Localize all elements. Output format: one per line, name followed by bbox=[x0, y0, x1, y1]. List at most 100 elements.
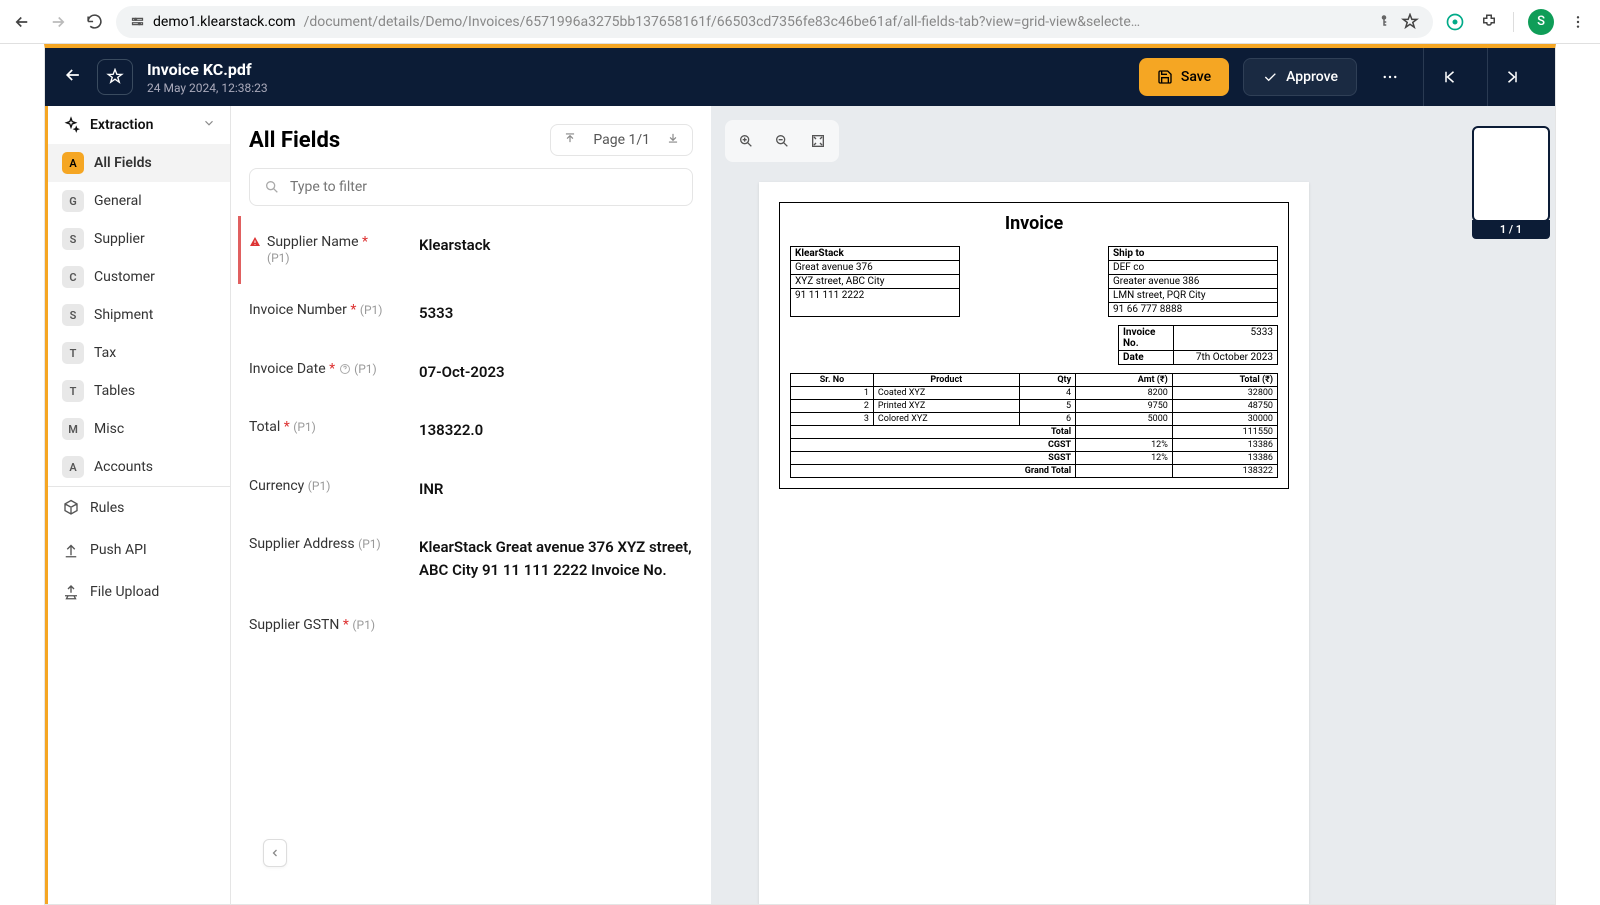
zoom-in-button[interactable] bbox=[731, 126, 761, 156]
browser-chrome: demo1.klearstack.com/document/details/De… bbox=[0, 0, 1600, 44]
fit-screen-button[interactable] bbox=[803, 126, 833, 156]
field-label: Total * (P1) bbox=[249, 419, 419, 442]
document-preview-panel: Invoice KlearStackGreat avenue 376XYZ st… bbox=[711, 106, 1555, 904]
bookmark-star-icon[interactable] bbox=[1401, 13, 1419, 31]
field-row[interactable]: Currency (P1)INR bbox=[249, 460, 693, 519]
page-thumbnail[interactable] bbox=[1472, 126, 1550, 222]
seller-address-box: KlearStackGreat avenue 376XYZ street, AB… bbox=[790, 246, 960, 317]
sidebar-item-label: General bbox=[94, 193, 142, 209]
browser-back-button[interactable] bbox=[12, 12, 32, 32]
browser-menu-icon[interactable] bbox=[1568, 12, 1588, 32]
page-down-button[interactable] bbox=[666, 131, 680, 149]
upload-cloud-icon bbox=[62, 583, 80, 601]
extension-circle-icon[interactable] bbox=[1445, 12, 1465, 32]
invoice-title: Invoice bbox=[790, 213, 1278, 234]
user-avatar[interactable]: S bbox=[1528, 9, 1554, 35]
field-label: Invoice Number * (P1) bbox=[249, 302, 419, 325]
sidebar-item-supplier[interactable]: S Supplier bbox=[48, 220, 230, 258]
sidebar-item-label: Tax bbox=[94, 345, 116, 361]
sidebar-item-label: Accounts bbox=[94, 459, 153, 475]
sidebar-badge: G bbox=[62, 190, 84, 212]
field-label: Supplier GSTN * (P1) bbox=[249, 617, 419, 633]
prev-doc-button[interactable] bbox=[1423, 48, 1473, 106]
save-icon bbox=[1157, 69, 1173, 85]
sidebar-item-general[interactable]: G General bbox=[48, 182, 230, 220]
alert-icon bbox=[249, 236, 261, 248]
invoice-items-table: Sr. NoProductQtyAmt (₹)Total (₹)1Coated … bbox=[790, 373, 1278, 478]
field-label: Invoice Date * (P1) bbox=[249, 361, 419, 384]
field-row[interactable]: Invoice Number * (P1)5333 bbox=[249, 284, 693, 343]
page-up-button[interactable] bbox=[563, 131, 577, 149]
save-button[interactable]: Save bbox=[1139, 58, 1229, 96]
field-row[interactable]: Supplier Address (P1)KlearStack Great av… bbox=[249, 518, 693, 599]
collapse-panel-button[interactable] bbox=[263, 839, 287, 867]
sidebar-badge: T bbox=[62, 342, 84, 364]
check-icon bbox=[1262, 69, 1278, 85]
sidebar-item-label: All Fields bbox=[94, 155, 152, 171]
sidebar-item-shipment[interactable]: SShipment bbox=[48, 296, 230, 334]
sidebar-item-all-fields[interactable]: AAll Fields bbox=[48, 144, 230, 182]
sidebar-item-tax[interactable]: T Tax bbox=[48, 334, 230, 372]
field-label: Supplier Address (P1) bbox=[249, 536, 419, 581]
sidebar-item-label: Tables bbox=[94, 383, 135, 399]
sidebar-section-extraction[interactable]: Extraction bbox=[48, 106, 230, 144]
document-canvas[interactable]: Invoice KlearStackGreat avenue 376XYZ st… bbox=[759, 182, 1309, 904]
filter-input[interactable] bbox=[290, 179, 678, 195]
sidebar-rules[interactable]: Rules bbox=[48, 487, 230, 529]
sidebar-item-accounts[interactable]: A Accounts bbox=[48, 448, 230, 486]
url-path: /document/details/Demo/Invoices/6571996a… bbox=[304, 14, 1141, 30]
fields-panel: All Fields Page 1/1 Supplier Name *(P1)K… bbox=[231, 106, 711, 904]
app-back-button[interactable] bbox=[63, 65, 83, 89]
browser-forward-button[interactable] bbox=[48, 12, 68, 32]
next-doc-button[interactable] bbox=[1487, 48, 1537, 106]
search-icon bbox=[264, 179, 280, 195]
sidebar-badge: T bbox=[62, 380, 84, 402]
thumbnail-label: 1 / 1 bbox=[1472, 220, 1550, 239]
more-options-button[interactable] bbox=[1371, 58, 1409, 96]
sidebar-item-tables[interactable]: T Tables bbox=[48, 372, 230, 410]
sidebar-badge: S bbox=[62, 304, 84, 326]
shipto-address-box: Ship toDEF coGreater avenue 386LMN stree… bbox=[1108, 246, 1278, 317]
field-row[interactable]: Supplier Name *(P1)Klearstack bbox=[238, 216, 693, 284]
field-value: Klearstack bbox=[419, 234, 693, 266]
url-domain: demo1.klearstack.com bbox=[153, 14, 296, 30]
sidebar-pushapi[interactable]: Push API bbox=[48, 529, 230, 571]
field-label: Currency (P1) bbox=[249, 478, 419, 501]
favorite-button[interactable] bbox=[97, 59, 133, 95]
field-value: KlearStack Great avenue 376 XYZ street, … bbox=[419, 536, 693, 581]
sidebar-fileupload[interactable]: File Upload bbox=[48, 571, 230, 613]
field-value bbox=[419, 617, 693, 633]
sidebar-badge: S bbox=[62, 228, 84, 250]
cube-icon bbox=[62, 499, 80, 517]
upload-arrow-icon bbox=[62, 541, 80, 559]
invoice-meta-box: Invoice No.5333Date7th October 2023 bbox=[1118, 325, 1278, 365]
zoom-out-button[interactable] bbox=[767, 126, 797, 156]
sidebar-badge: C bbox=[62, 266, 84, 288]
sidebar-badge: A bbox=[62, 456, 84, 478]
sidebar-item-customer[interactable]: CCustomer bbox=[48, 258, 230, 296]
url-bar[interactable]: demo1.klearstack.com/document/details/De… bbox=[116, 6, 1433, 38]
field-value: INR bbox=[419, 478, 693, 501]
sparkle-icon bbox=[62, 116, 80, 134]
field-value: 5333 bbox=[419, 302, 693, 325]
field-label: Supplier Name *(P1) bbox=[249, 234, 419, 266]
browser-refresh-button[interactable] bbox=[84, 12, 104, 32]
extensions-icon[interactable] bbox=[1479, 12, 1499, 32]
approve-button[interactable]: Approve bbox=[1243, 58, 1357, 96]
field-row[interactable]: Invoice Date * (P1)07-Oct-2023 bbox=[249, 343, 693, 402]
main-layout: Extraction AAll FieldsGGeneralSSupplierC… bbox=[45, 106, 1555, 904]
key-icon[interactable] bbox=[1375, 13, 1393, 31]
field-value: 138322.0 bbox=[419, 419, 693, 442]
page-navigator: Page 1/1 bbox=[550, 124, 693, 156]
invoice-page: Invoice KlearStackGreat avenue 376XYZ st… bbox=[779, 202, 1289, 489]
sidebar-item-misc[interactable]: MMisc bbox=[48, 410, 230, 448]
save-label: Save bbox=[1181, 69, 1211, 85]
sidebar: Extraction AAll FieldsGGeneralSSupplierC… bbox=[45, 106, 231, 904]
document-date: 24 May 2024, 12:38:23 bbox=[147, 81, 1125, 95]
sidebar-item-label: Rules bbox=[90, 500, 124, 516]
field-row[interactable]: Supplier GSTN * (P1) bbox=[249, 599, 693, 651]
panel-title: All Fields bbox=[249, 128, 340, 153]
filter-search-box[interactable] bbox=[249, 168, 693, 206]
sidebar-item-label: Supplier bbox=[94, 231, 145, 247]
field-row[interactable]: Total * (P1)138322.0 bbox=[249, 401, 693, 460]
